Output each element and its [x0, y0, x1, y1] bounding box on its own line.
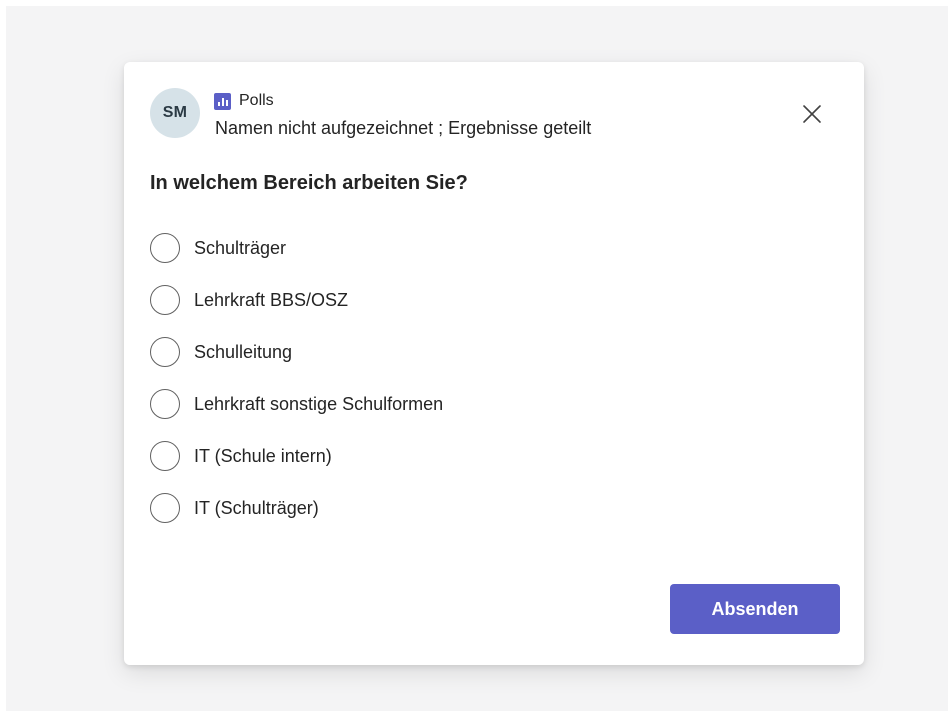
poll-chart-icon: [214, 92, 231, 110]
option-label: Lehrkraft sonstige Schulformen: [194, 394, 444, 414]
radio-button[interactable]: [150, 493, 180, 523]
radio-button[interactable]: [150, 337, 180, 367]
option-label: IT (Schule intern): [194, 446, 332, 466]
radio-button[interactable]: [150, 285, 180, 315]
poll-option[interactable]: IT (Schule intern): [150, 438, 750, 490]
avatar: SM: [150, 88, 200, 138]
close-button[interactable]: [798, 100, 826, 128]
poll-option[interactable]: Schulleitung: [150, 334, 750, 386]
avatar-initials: SM: [162, 104, 188, 121]
poll-option[interactable]: Lehrkraft sonstige Schulformen: [150, 386, 750, 438]
close-icon: [803, 105, 821, 123]
app-header: Polls: [214, 91, 274, 111]
option-label: Schulträger: [194, 238, 287, 258]
option-label: Schulleitung: [194, 342, 293, 362]
radio-button[interactable]: [150, 441, 180, 471]
poll-subtitle: Namen nicht aufgezeichnet ; Ergebnisse g…: [215, 118, 592, 138]
radio-button[interactable]: [150, 233, 180, 263]
option-label: IT (Schulträger): [194, 498, 319, 518]
poll-options: Schulträger Lehrkraft BBS/OSZ Schulleitu…: [150, 230, 750, 542]
radio-button[interactable]: [150, 389, 180, 419]
poll-option[interactable]: Schulträger: [150, 230, 750, 282]
poll-question: In welchem Bereich arbeiten Sie?: [150, 172, 468, 194]
option-label: Lehrkraft BBS/OSZ: [194, 290, 349, 310]
submit-button[interactable]: Absenden: [670, 584, 840, 634]
poll-option[interactable]: IT (Schulträger): [150, 490, 750, 542]
poll-option[interactable]: Lehrkraft BBS/OSZ: [150, 282, 750, 334]
app-name: Polls: [239, 92, 274, 109]
poll-card: SM Polls Namen nicht aufgezeichnet ; Erg…: [124, 62, 864, 665]
